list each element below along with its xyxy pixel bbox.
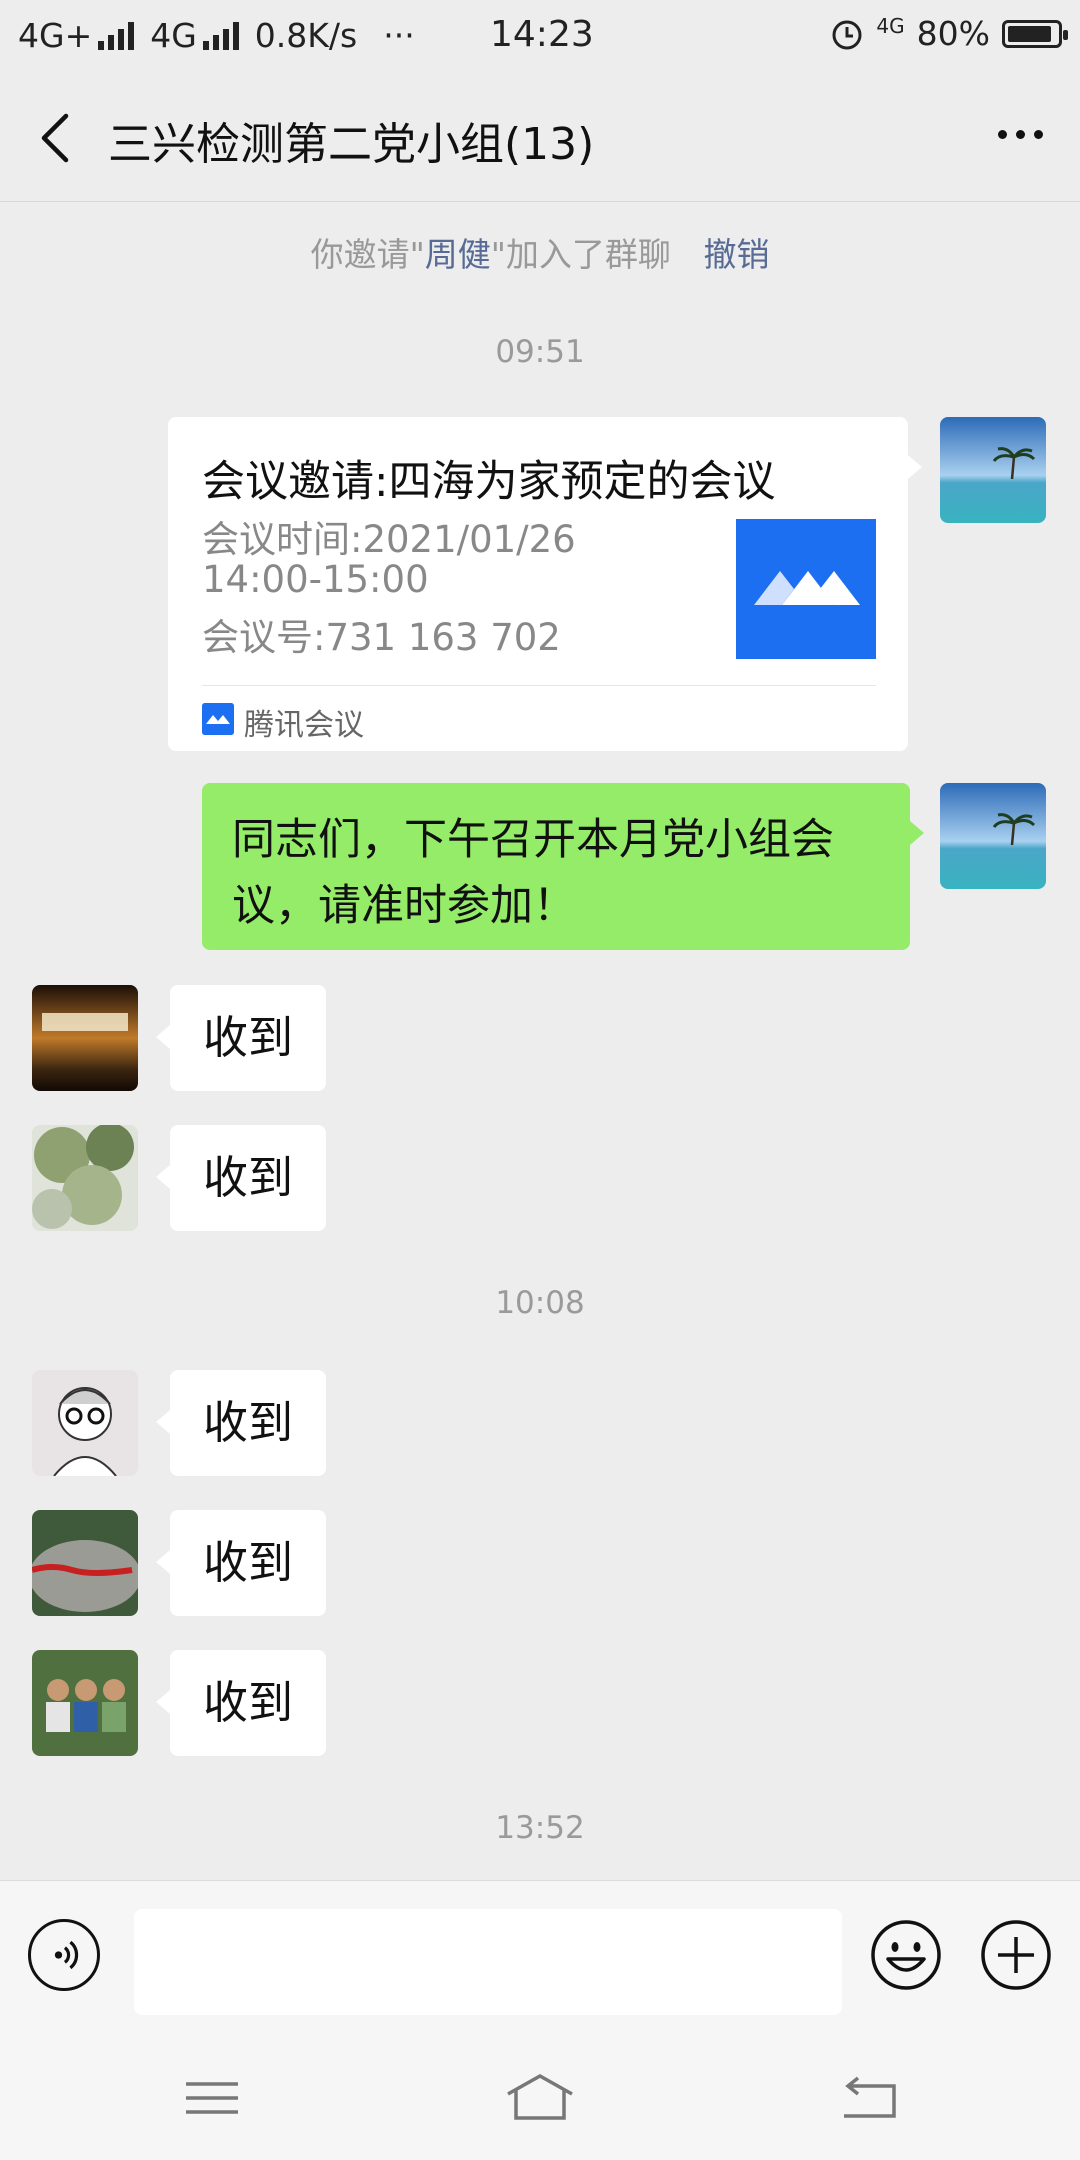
timestamp: 10:08 [495,1285,585,1321]
timestamp: 09:51 [495,334,585,370]
reply-bubble[interactable]: 收到 [156,1510,326,1616]
invited-name-link[interactable]: 周健 [425,235,491,274]
speed-label: 0.8K/s [254,16,358,55]
more-icon[interactable] [990,114,1050,154]
status-right: 4G 80% [830,13,1068,53]
home-icon[interactable] [500,2068,580,2128]
system-message: 你邀请"周健"加入了群聊 撤销 [0,228,1080,276]
menu-icon[interactable] [172,2068,252,2128]
status-dots: ··· [383,16,415,55]
emoji-icon[interactable] [870,1919,942,1991]
timestamp: 13:52 [495,1810,585,1846]
return-icon[interactable] [828,2068,908,2128]
voice-icon[interactable] [28,1919,100,1991]
title-bar: 三兴检测第二党小组(13) [0,74,1080,202]
card-divider [202,685,876,686]
system-nav-bar [0,2040,1080,2160]
reply-bubble[interactable]: 收到 [156,1650,326,1756]
battery-percent: 80% [916,14,990,53]
member-avatar[interactable] [32,1510,138,1616]
status-bar: 4G+ 4G 0.8K/s ··· 14:23 4G 80% [0,0,1080,74]
card-title: 会议邀请:四海为家预定的会议 [202,457,776,507]
member-avatar[interactable] [32,1370,138,1476]
member-avatar[interactable] [32,985,138,1091]
member-avatar[interactable] [32,1125,138,1231]
undo-link[interactable]: 撤销 [703,235,769,274]
network-label: 4G+ [18,16,93,55]
meeting-invite-card[interactable]: 会议邀请:四海为家预定的会议 会议时间:2021/01/26 14:00-15:… [168,417,922,751]
my-avatar[interactable] [940,783,1046,889]
signal2-icon [202,21,239,50]
outgoing-message[interactable]: 同志们，下午召开本月党小组会议，请准时参加！ [202,783,924,950]
system-message-prefix: 你邀请" [310,235,425,274]
net-badge: 4G [876,13,905,38]
my-avatar[interactable] [940,417,1046,523]
member-avatar[interactable] [32,1650,138,1756]
reply-bubble[interactable]: 收到 [156,1125,326,1231]
tencent-meeting-logo [736,519,876,659]
message-input[interactable] [134,1909,842,2015]
network2-label: 4G [150,16,197,55]
chat-title: 三兴检测第二党小组(13) [108,119,595,170]
system-message-suffix: "加入了群聊 [490,235,671,274]
plus-icon[interactable] [980,1919,1052,1991]
battery-icon [1002,19,1068,48]
card-meeting-id: 会议号:731 163 702 [202,616,561,659]
card-time-range: 14:00-15:00 [202,558,429,601]
reply-bubble[interactable]: 收到 [156,985,326,1091]
back-icon[interactable] [30,110,80,166]
card-source: 腾讯会议 [244,708,364,743]
card-time: 会议时间:2021/01/26 [202,518,576,561]
reply-bubble[interactable]: 收到 [156,1370,326,1476]
alarm-icon [832,20,862,49]
signal-icon [98,21,135,50]
status-left: 4G+ 4G 0.8K/s ··· [18,16,415,55]
tencent-meeting-icon [202,703,234,735]
input-bar [0,1880,1080,2041]
status-time: 14:23 [490,14,594,55]
